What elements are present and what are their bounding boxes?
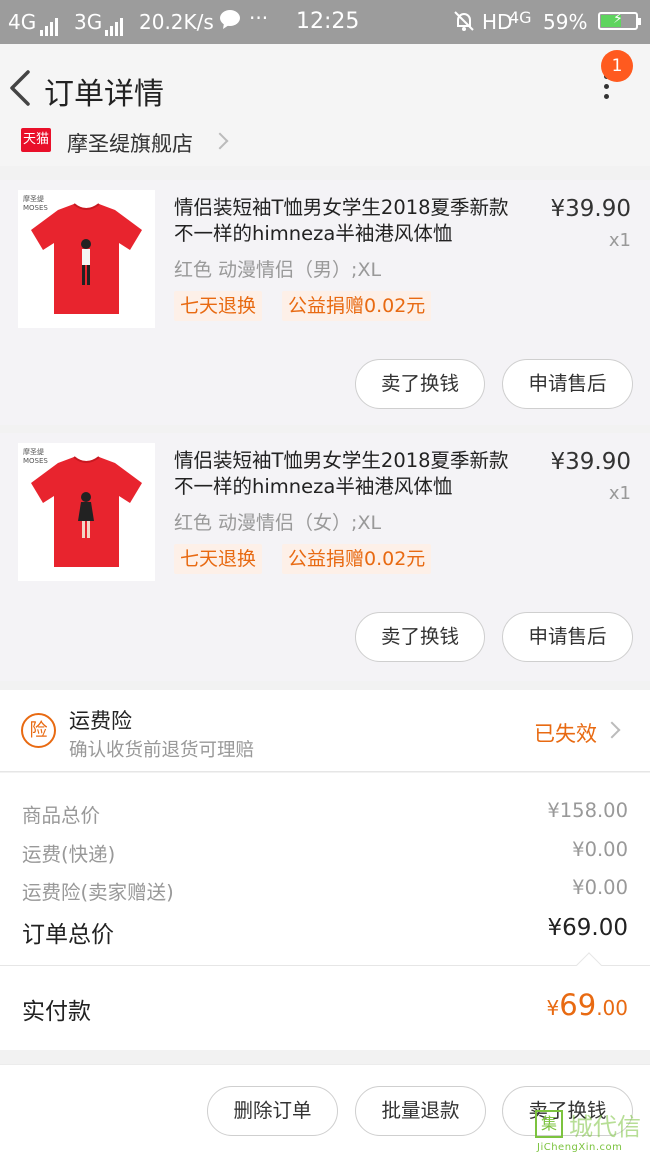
watermark-url: JiChengXin.com [537, 1142, 623, 1153]
clock: 12:25 [296, 9, 360, 34]
amount-paid-label: 实付款 [22, 999, 91, 1025]
tmall-icon: 天猫 [21, 128, 51, 152]
mute-bell-icon [452, 9, 476, 38]
status-bar: 4G 3G 20.2K/s ··· 12:25 HD 4G 59% ⚡ [0, 0, 650, 44]
price-summary: 商品总价 ¥158.00 运费(快递) ¥0.00 运费险(卖家赠送) ¥0.0… [0, 773, 650, 965]
product-image[interactable]: 摩圣缇 MOSES [18, 443, 155, 581]
brand-logo: 摩圣缇 MOSES [23, 448, 48, 465]
insurance-fee-label: 运费险(卖家赠送) [22, 881, 174, 904]
chevron-right-icon [211, 132, 229, 150]
watermark-logo: 集 [535, 1110, 563, 1138]
charity-tag: 公益捐赠0.02元 [282, 291, 432, 321]
insurance-subtitle: 确认收货前退货可理赔 [69, 740, 255, 761]
site-watermark: 集 城代信 JiChengXin.com [533, 1106, 650, 1155]
chevron-right-icon [603, 721, 621, 739]
product-spec: 红色 动漫情侣（男）;XL [174, 259, 382, 281]
insurance-status: 已失效 [534, 722, 597, 746]
after-sales-button[interactable]: 申请售后 [502, 612, 633, 662]
shop-name[interactable]: 摩圣缇旗舰店 [67, 128, 193, 158]
product-spec: 红色 动漫情侣（女）;XL [174, 512, 382, 534]
goods-total-label: 商品总价 [22, 804, 101, 827]
product-image[interactable]: 摩圣缇 MOSES [18, 190, 155, 328]
nav-header: 订单详情 1 [0, 44, 650, 132]
batch-refund-button[interactable]: 批量退款 [355, 1086, 486, 1136]
more-notifications-icon: ··· [249, 6, 269, 30]
chat-bubble-icon [219, 8, 241, 35]
sell-button[interactable]: 卖了换钱 [355, 612, 485, 662]
product-price: ¥39.90 [550, 196, 631, 222]
order-total-label: 订单总价 [22, 922, 114, 948]
goods-total-value: ¥158.00 [547, 799, 628, 822]
battery-percent: 59% [543, 10, 588, 34]
shop-row[interactable]: 天猫 摩圣缇旗舰店 [0, 126, 650, 166]
order-item[interactable]: 摩圣缇 MOSES 情侣装短袖T恤男女学生2018夏季新款不一样的himneza半… [0, 433, 650, 681]
amount-paid-value: ¥69.00 [546, 988, 628, 1022]
network-speed: 20.2K/s [139, 10, 214, 34]
product-price: ¥39.90 [550, 449, 631, 475]
watermark-text: 城代信 [569, 1113, 641, 1141]
order-total-value: ¥69.00 [547, 915, 628, 941]
network-3g-label: 3G [74, 10, 103, 34]
product-quantity: x1 [608, 230, 631, 251]
after-sales-button[interactable]: 申请售后 [502, 359, 633, 409]
page-title: 订单详情 [44, 77, 164, 112]
battery-icon: ⚡ [598, 11, 641, 30]
back-arrow-icon[interactable] [6, 66, 36, 110]
insurance-fee-value: ¥0.00 [572, 876, 628, 899]
shipping-value: ¥0.00 [572, 838, 628, 861]
sell-button[interactable]: 卖了换钱 [355, 359, 485, 409]
return-policy-tag: 七天退换 [174, 291, 263, 321]
shipping-label: 运费(快递) [22, 843, 116, 866]
signal-icon [38, 12, 58, 36]
product-title[interactable]: 情侣装短袖T恤男女学生2018夏季新款不一样的himneza半袖港风体恤 [174, 195, 526, 247]
delete-order-button[interactable]: 删除订单 [207, 1086, 338, 1136]
message-count-badge[interactable]: 1 [601, 50, 633, 82]
amount-paid-row: 实付款 ¥69.00 [0, 952, 650, 1050]
charity-tag: 公益捐赠0.02元 [282, 544, 432, 574]
network-4g-label: 4G [8, 10, 37, 34]
product-title[interactable]: 情侣装短袖T恤男女学生2018夏季新款不一样的himneza半袖港风体恤 [174, 448, 526, 500]
network-4g-label: 4G [509, 8, 532, 27]
shipping-insurance-row[interactable]: 险 运费险 确认收货前退货可理赔 已失效 [0, 690, 650, 772]
insurance-title: 运费险 [69, 709, 132, 733]
insurance-icon: 险 [21, 713, 56, 748]
product-quantity: x1 [608, 483, 631, 504]
signal-icon [103, 12, 123, 36]
order-item[interactable]: 摩圣缇 MOSES 情侣装短袖T恤男女学生2018夏季新款不一样的himneza半… [0, 180, 650, 425]
return-policy-tag: 七天退换 [174, 544, 263, 574]
brand-logo: 摩圣缇 MOSES [23, 195, 48, 212]
hd-label: HD [482, 10, 513, 34]
